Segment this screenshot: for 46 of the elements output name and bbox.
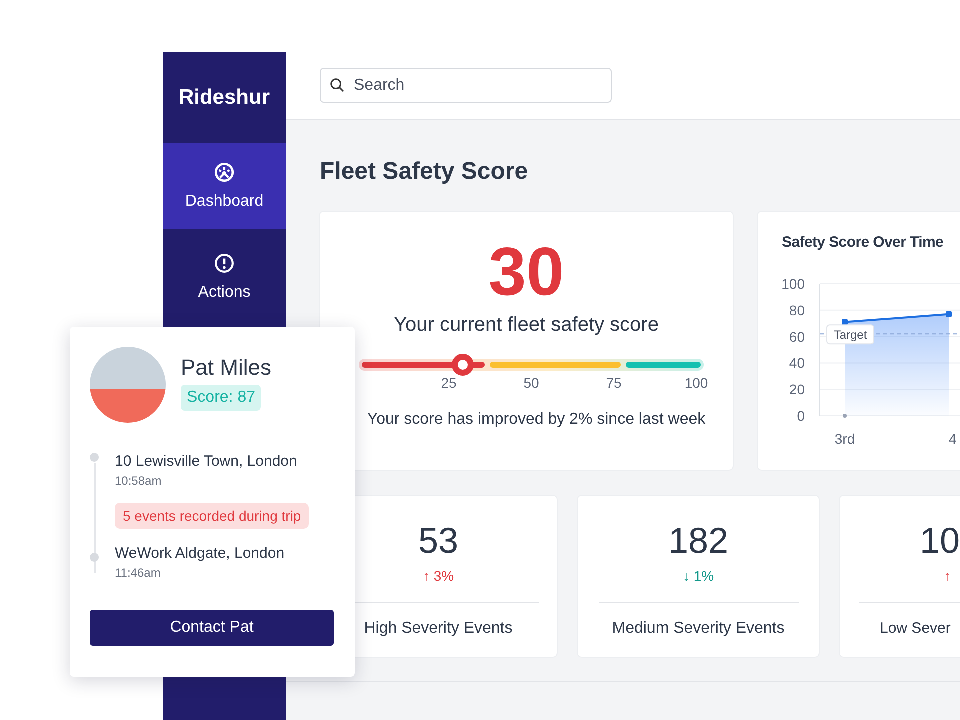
scale-label: 50 [524, 375, 540, 391]
stop-address: WeWork Aldgate, London [115, 545, 286, 562]
axis-dot [843, 414, 847, 418]
sidebar-item[interactable]: Actions [163, 229, 286, 325]
stat-change: ↑ [944, 568, 951, 586]
driver-score: Score: 87 [181, 385, 262, 411]
gauge-icon [214, 162, 235, 182]
contact-button[interactable]: Contact Pat [90, 610, 334, 646]
data-point [842, 319, 848, 326]
y-axis-label: 0 [797, 408, 805, 424]
score-note: Your score has improved by 2% since last week [366, 411, 706, 429]
scale-label: 25 [441, 375, 457, 391]
driver-name: Pat Miles [181, 355, 272, 381]
chart-title: Safety Score Over Time [781, 234, 945, 253]
x-axis-label: 3rd [834, 431, 856, 447]
data-point [946, 311, 952, 318]
target-tag: Target [826, 324, 874, 345]
stat-value: 10 [920, 520, 960, 562]
y-axis-label: 60 [789, 328, 805, 345]
score-value: 30 [488, 234, 564, 310]
stat-label: Low Sever [880, 620, 951, 637]
stat-label: Medium Severity Events [612, 620, 785, 638]
page-title: Fleet Safety Score [320, 158, 530, 184]
sidebar-item[interactable]: Dashboard [163, 143, 286, 229]
x-axis-label: 4 [949, 431, 957, 447]
stat-value: 53 [418, 520, 459, 562]
ref-line-label: Target [834, 328, 868, 342]
y-axis-label: 40 [789, 355, 805, 372]
stop-time: 11:46am [115, 566, 162, 580]
stat-change: ↑ 3% [422, 568, 454, 586]
score-caption: Your current fleet safety score [394, 314, 659, 337]
logo: Rideshur [178, 86, 270, 110]
y-axis-label: 80 [789, 302, 805, 318]
y-axis-label: 20 [789, 382, 805, 398]
stat-label: High Severity Events [364, 620, 513, 638]
alert-icon [214, 252, 235, 274]
y-axis-label: 100 [782, 276, 805, 292]
search-icon [330, 78, 345, 93]
scale-label: 75 [606, 375, 622, 391]
stop-time: 10:58am [115, 474, 163, 488]
events-badge: 5 events recorded during trip [115, 503, 310, 529]
stop-address: 10 Lewisville Town, London [115, 453, 298, 470]
scale-label: 100 [684, 375, 708, 391]
stat-value: 182 [668, 520, 729, 562]
stat-change: ↓ 1% [682, 568, 714, 586]
search-field[interactable]: Search [320, 68, 612, 103]
